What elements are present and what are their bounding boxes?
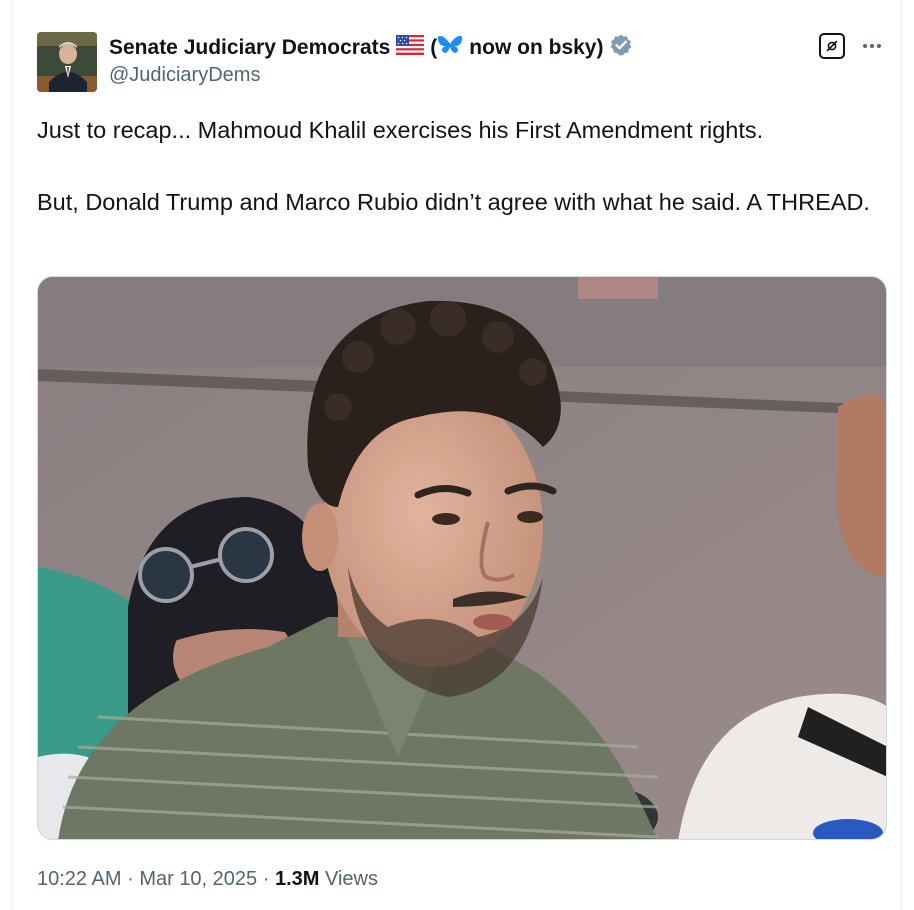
tweet-paragraph: Just to recap... Mahmoud Khalil exercise… (37, 117, 764, 143)
tweet-photo[interactable] (37, 276, 887, 840)
grok-icon[interactable] (819, 33, 845, 59)
author-display-name[interactable]: Senate Judiciary Democrats (109, 36, 390, 60)
author-handle[interactable]: @JudiciaryDems (109, 64, 260, 87)
tweet-card: Senate Judiciary Democrats (now on bsky… (12, 0, 902, 910)
more-options-icon[interactable] (859, 34, 885, 58)
tweet-paragraph: But, Donald Trump and Marco Rubio didn’t… (37, 189, 870, 215)
us-flag-icon (396, 35, 425, 61)
tweet-meta: 10:22 AM · Mar 10, 2025 · 1.3M Views (37, 868, 378, 891)
bluesky-butterfly-icon (437, 34, 463, 62)
views-label: Views (325, 868, 378, 890)
bio-suffix-paren: ( (430, 36, 438, 59)
tweet-date[interactable]: Mar 10, 2025 (139, 868, 257, 890)
verified-badge-icon (609, 33, 633, 63)
avatar[interactable] (37, 32, 97, 92)
tweet-text: Just to recap... Mahmoud Khalil exercise… (37, 112, 877, 220)
bio-suffix-text: now on bsky) (469, 36, 604, 59)
author-name-row[interactable]: Senate Judiciary Democrats (now on bsky… (109, 34, 633, 62)
tweet-time[interactable]: 10:22 AM (37, 868, 122, 890)
views-count[interactable]: 1.3M (275, 868, 319, 890)
meta-separator: · (127, 868, 134, 890)
meta-separator: · (262, 868, 270, 890)
